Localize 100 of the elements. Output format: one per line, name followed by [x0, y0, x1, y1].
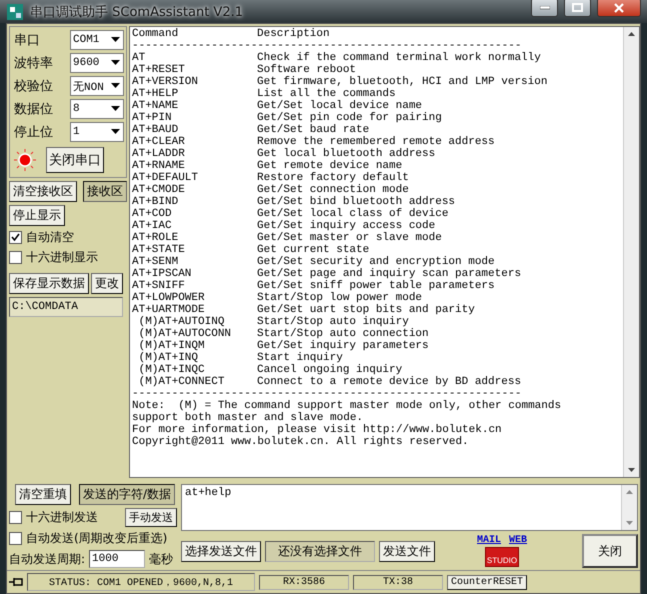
description-text: Connect to a remote device by BD address [257, 376, 522, 388]
setting-label: 波特率 [14, 55, 54, 72]
clear-receive-button[interactable]: 清空接收区 [9, 181, 77, 202]
description-text: Restore factory default [257, 172, 410, 184]
maximize-icon [572, 3, 583, 12]
command-text: (M)AT+INQM [138, 340, 206, 352]
checkbox-label: 十六进制显示 [26, 249, 98, 266]
note-text: Copyright@2011 www.bolutek.cn. All rights reserved. [132, 436, 470, 448]
link[interactable]: MAIL [477, 535, 502, 546]
send-file-button[interactable]: 发送文件 [379, 540, 435, 562]
command-text: AT+ROLE [132, 232, 180, 244]
checkbox[interactable] [9, 251, 22, 264]
maximize-button[interactable] [564, 0, 591, 17]
checkbox[interactable] [9, 511, 22, 524]
description-text: Get/Set master or slave mode [257, 232, 443, 244]
dropdown-arrow-icon [111, 129, 120, 135]
description-text: Get/Set inquiry access code [257, 220, 436, 232]
send-text-area[interactable]: at+help [181, 484, 638, 531]
description-text: Check if the command terminal work normally [257, 52, 542, 64]
period-label: 自动发送周期: [9, 550, 86, 568]
command-text: AT+LADDR [132, 148, 186, 160]
manual-send-button[interactable]: 手动发送 [125, 508, 177, 527]
setting-dropdown[interactable]: 8 [70, 99, 124, 119]
change-button[interactable]: 更改 [91, 273, 123, 294]
app-icon [6, 2, 24, 20]
command-text: AT+RNAME [132, 160, 186, 172]
checkbox-label: 自动发送(周期改变后重选) [26, 530, 168, 547]
setting-label: 串口 [14, 32, 41, 49]
command-text: AT [132, 52, 146, 64]
command-text: AT+STATE [132, 244, 186, 256]
description-text: Get firmware, bluetooth, HCI and LMP version [257, 76, 548, 88]
description-text: Get/Set inquiry parameters [257, 340, 430, 352]
note-text: support both master and slave mode. [132, 412, 364, 424]
save-data-button[interactable]: 保存显示数据 [9, 273, 89, 294]
command-text: AT+DEFAULT [132, 172, 200, 184]
period-unit: 毫秒 [149, 550, 174, 568]
setting-dropdown[interactable]: 9600 [70, 53, 124, 73]
column-header: Description [257, 28, 331, 40]
command-text: (M)AT+AUTOINQ [138, 316, 226, 328]
pin-icon[interactable] [9, 577, 23, 587]
description-text: Get/Set baud rate [257, 124, 370, 136]
tx-counter: TX:38 [353, 574, 443, 590]
command-text: AT+NAME [132, 100, 180, 112]
send-data-tab[interactable]: 发送的字符/数据 [79, 484, 176, 505]
description-text: Get local bluetooth address [257, 148, 436, 160]
check-icon [11, 233, 20, 242]
period-field[interactable]: 1000 [89, 550, 146, 568]
setting-label: 数据位 [14, 101, 54, 118]
command-text: AT+IAC [132, 220, 173, 232]
description-text: Get/Set local class of device [257, 208, 450, 220]
select-file-button[interactable]: 选择发送文件 [181, 540, 261, 562]
command-text: AT+SNIFF [132, 280, 186, 292]
command-text: AT+LOWPOWER [132, 292, 206, 304]
setting-dropdown[interactable]: 无NON [70, 76, 124, 96]
description-text: List all the commands [257, 88, 397, 100]
dropdown-arrow-icon [111, 37, 120, 43]
save-path-field[interactable]: C:\COMDATA [9, 297, 123, 317]
checkbox-label: 十六进制发送 [26, 509, 98, 526]
checkbox-label: 自动清空 [26, 229, 74, 246]
receive-area-tab[interactable]: 接收区 [83, 181, 127, 202]
column-header: Command [132, 28, 180, 40]
dropdown-arrow-icon [111, 60, 120, 66]
description-text: Start/Stop low power mode [257, 292, 424, 304]
dropdown-arrow-icon [111, 106, 120, 112]
status-text: STATUS: COM1 OPENED，9600,N,8,1 [27, 573, 255, 591]
setting-label: 校验位 [14, 78, 54, 95]
close-button[interactable]: 关闭 [582, 534, 638, 568]
window-title: 串口调试助手 SComAssistant V2.1 [30, 4, 244, 20]
setting-label: 停止位 [14, 124, 54, 141]
description-text: Get/Set pin code for pairing [257, 112, 443, 124]
scrollbar[interactable] [623, 27, 639, 477]
command-text: AT+IPSCAN [132, 268, 192, 280]
command-text: AT+UARTMODE [132, 304, 206, 316]
description-text: Software reboot [257, 64, 358, 76]
dropdown-arrow-icon [111, 83, 120, 89]
command-text: (M)AT+CONNECT [138, 376, 226, 388]
command-text: AT+BIND [132, 196, 180, 208]
counter-reset-button[interactable]: CounterRESET [447, 574, 528, 590]
minimize-button[interactable] [531, 0, 558, 17]
command-text: (M)AT+INQC [138, 364, 206, 376]
note-text: For more information, please visit http://www.bolutek.cn [132, 424, 503, 436]
setting-dropdown[interactable]: 1 [70, 122, 124, 142]
close-port-button[interactable]: 关闭串口 [46, 147, 104, 173]
setting-dropdown[interactable]: COM1 [70, 30, 124, 50]
link[interactable]: WEB [509, 535, 528, 546]
checkbox[interactable] [9, 231, 22, 244]
command-text: AT+PIN [132, 112, 173, 124]
command-text: AT+SENM [132, 256, 180, 268]
command-text: AT+HELP [132, 88, 180, 100]
description-text: Get/Set local device name [257, 100, 424, 112]
clear-send-button[interactable]: 清空重填 [15, 484, 71, 505]
checkbox[interactable] [9, 532, 22, 545]
description-text: Get/Set uart stop bits and parity [257, 304, 476, 316]
description-text: Get remote device name [257, 160, 404, 172]
studio-logo: STUDIO [484, 547, 520, 567]
close-button[interactable] [597, 0, 641, 17]
stop-display-button[interactable]: 停止显示 [9, 205, 65, 226]
rx-counter: RX:3586 [259, 574, 349, 590]
separator-line: ----------------------------------------------------------- [132, 388, 522, 400]
description-text: Start/Stop auto inquiry [257, 316, 410, 328]
